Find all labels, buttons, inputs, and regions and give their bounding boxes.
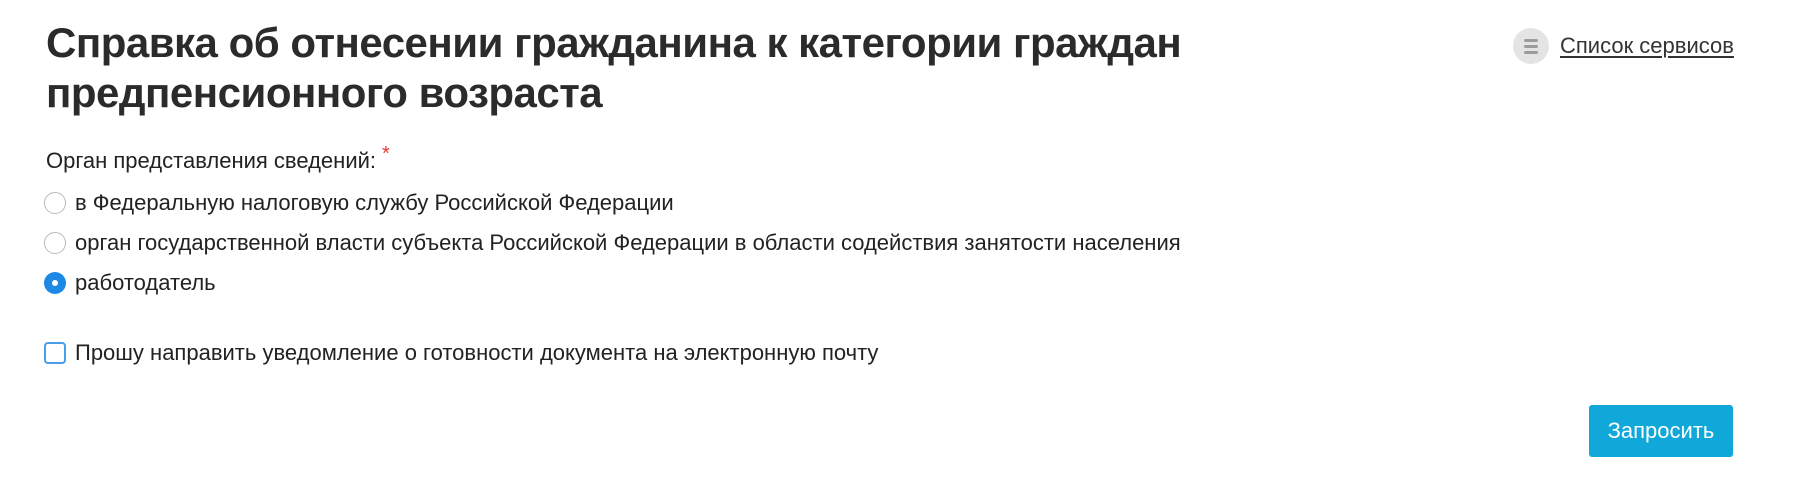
email-notify-checkbox[interactable] (44, 342, 66, 364)
radio-button-selected[interactable] (44, 272, 66, 294)
organ-label-text: Орган представления сведений: (46, 148, 377, 173)
radio-option-label: работодатель (75, 270, 216, 295)
services-list-label: Список сервисов (1560, 33, 1734, 58)
organ-field-label: Орган представления сведений: * (46, 144, 390, 174)
page-title: Справка об отнесении гражданина к катего… (46, 19, 1182, 116)
radio-option-employment-authority[interactable]: орган государственной власти субъекта Ро… (44, 228, 1181, 258)
email-notify-checkbox-row[interactable]: Прошу направить уведомление о готовности… (44, 338, 878, 368)
required-mark: * (382, 142, 390, 165)
radio-option-fns[interactable]: в Федеральную налоговую службу Российско… (44, 188, 674, 218)
radio-option-label: в Федеральную налоговую службу Российско… (75, 190, 674, 215)
submit-button[interactable]: Запросить (1589, 405, 1733, 457)
page: Справка об отнесении гражданина к катего… (0, 0, 1800, 493)
radio-option-employer[interactable]: работодатель (44, 268, 216, 298)
list-icon (1513, 28, 1549, 64)
email-notify-label: Прошу направить уведомление о готовности… (75, 340, 879, 365)
radio-button[interactable] (44, 232, 66, 254)
radio-button[interactable] (44, 192, 66, 214)
services-list-link[interactable]: Список сервисов (1513, 28, 1734, 64)
radio-option-label: орган государственной власти субъекта Ро… (75, 230, 1181, 255)
